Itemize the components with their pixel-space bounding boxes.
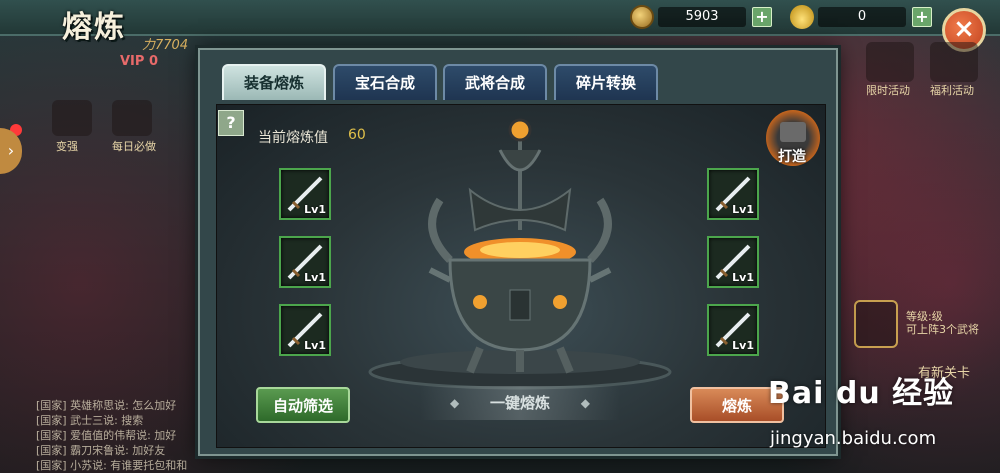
ingot-resource: 0 + xyxy=(790,5,932,29)
tab-gem-synthesis[interactable]: 宝石合成 xyxy=(333,64,437,100)
coin-resource: 5903 + xyxy=(630,5,772,29)
general-level-info: 等级:级 可上阵3个武将 xyxy=(906,310,979,336)
forge-label[interactable]: 打造 xyxy=(778,146,806,166)
equipment-slot-4[interactable]: Lv1 xyxy=(707,168,759,220)
side-item-limited-event[interactable]: 限时活动 xyxy=(866,82,910,98)
anvil-icon xyxy=(780,122,806,142)
slot-level: Lv1 xyxy=(304,339,326,352)
equipment-slot-2[interactable]: Lv1 xyxy=(279,236,331,288)
coin-icon xyxy=(630,5,654,29)
add-coins-button[interactable]: + xyxy=(752,7,772,27)
daily-tasks-icon[interactable] xyxy=(112,100,152,136)
slot-level: Lv1 xyxy=(304,203,326,216)
slot-level: Lv1 xyxy=(304,271,326,284)
vip-level: VIP 0 xyxy=(120,54,158,69)
ingot-count: 0 xyxy=(818,7,906,27)
limited-event-icon[interactable] xyxy=(866,42,914,82)
auto-filter-button[interactable]: 自动筛选 xyxy=(256,387,350,423)
strengthen-icon[interactable] xyxy=(52,100,92,136)
side-item-welfare[interactable]: 福利活动 xyxy=(930,82,974,98)
baidu-watermark-url: jingyan.baidu.com xyxy=(770,428,937,449)
coin-count: 5903 xyxy=(658,7,746,27)
slot-level: Lv1 xyxy=(732,271,754,284)
smelt-value-label: 当前熔炼值 xyxy=(258,130,328,146)
tab-equipment-smelt[interactable]: 装备熔炼 xyxy=(222,64,326,100)
general-slot-icon[interactable] xyxy=(854,300,898,348)
add-ingots-button[interactable]: + xyxy=(912,7,932,27)
side-item-strengthen[interactable]: 变强 xyxy=(56,138,78,154)
power-value: 力7704 xyxy=(142,38,189,53)
chat-line: [国家] 小苏说: 有谁要托包和和 xyxy=(36,459,188,472)
side-item-daily[interactable]: 每日必做 xyxy=(112,138,156,154)
tab-general-synthesis[interactable]: 武将合成 xyxy=(443,64,547,100)
slot-level: Lv1 xyxy=(732,339,754,352)
tab-fragment-convert[interactable]: 碎片转换 xyxy=(554,64,658,100)
equipment-slot-5[interactable]: Lv1 xyxy=(707,236,759,288)
one-click-smelt-button[interactable]: 一键熔炼 xyxy=(420,386,620,420)
welfare-event-icon[interactable] xyxy=(930,42,978,82)
help-button[interactable]: ? xyxy=(218,110,244,136)
ingot-icon xyxy=(790,5,814,29)
cauldron-icon xyxy=(368,118,672,390)
equipment-slot-1[interactable]: Lv1 xyxy=(279,168,331,220)
equipment-slot-6[interactable]: Lv1 xyxy=(707,304,759,356)
equipment-slot-3[interactable]: Lv1 xyxy=(279,304,331,356)
baidu-watermark: Bai du 经验 xyxy=(768,376,955,411)
page-title: 熔炼 xyxy=(62,10,126,45)
slot-level: Lv1 xyxy=(732,203,754,216)
